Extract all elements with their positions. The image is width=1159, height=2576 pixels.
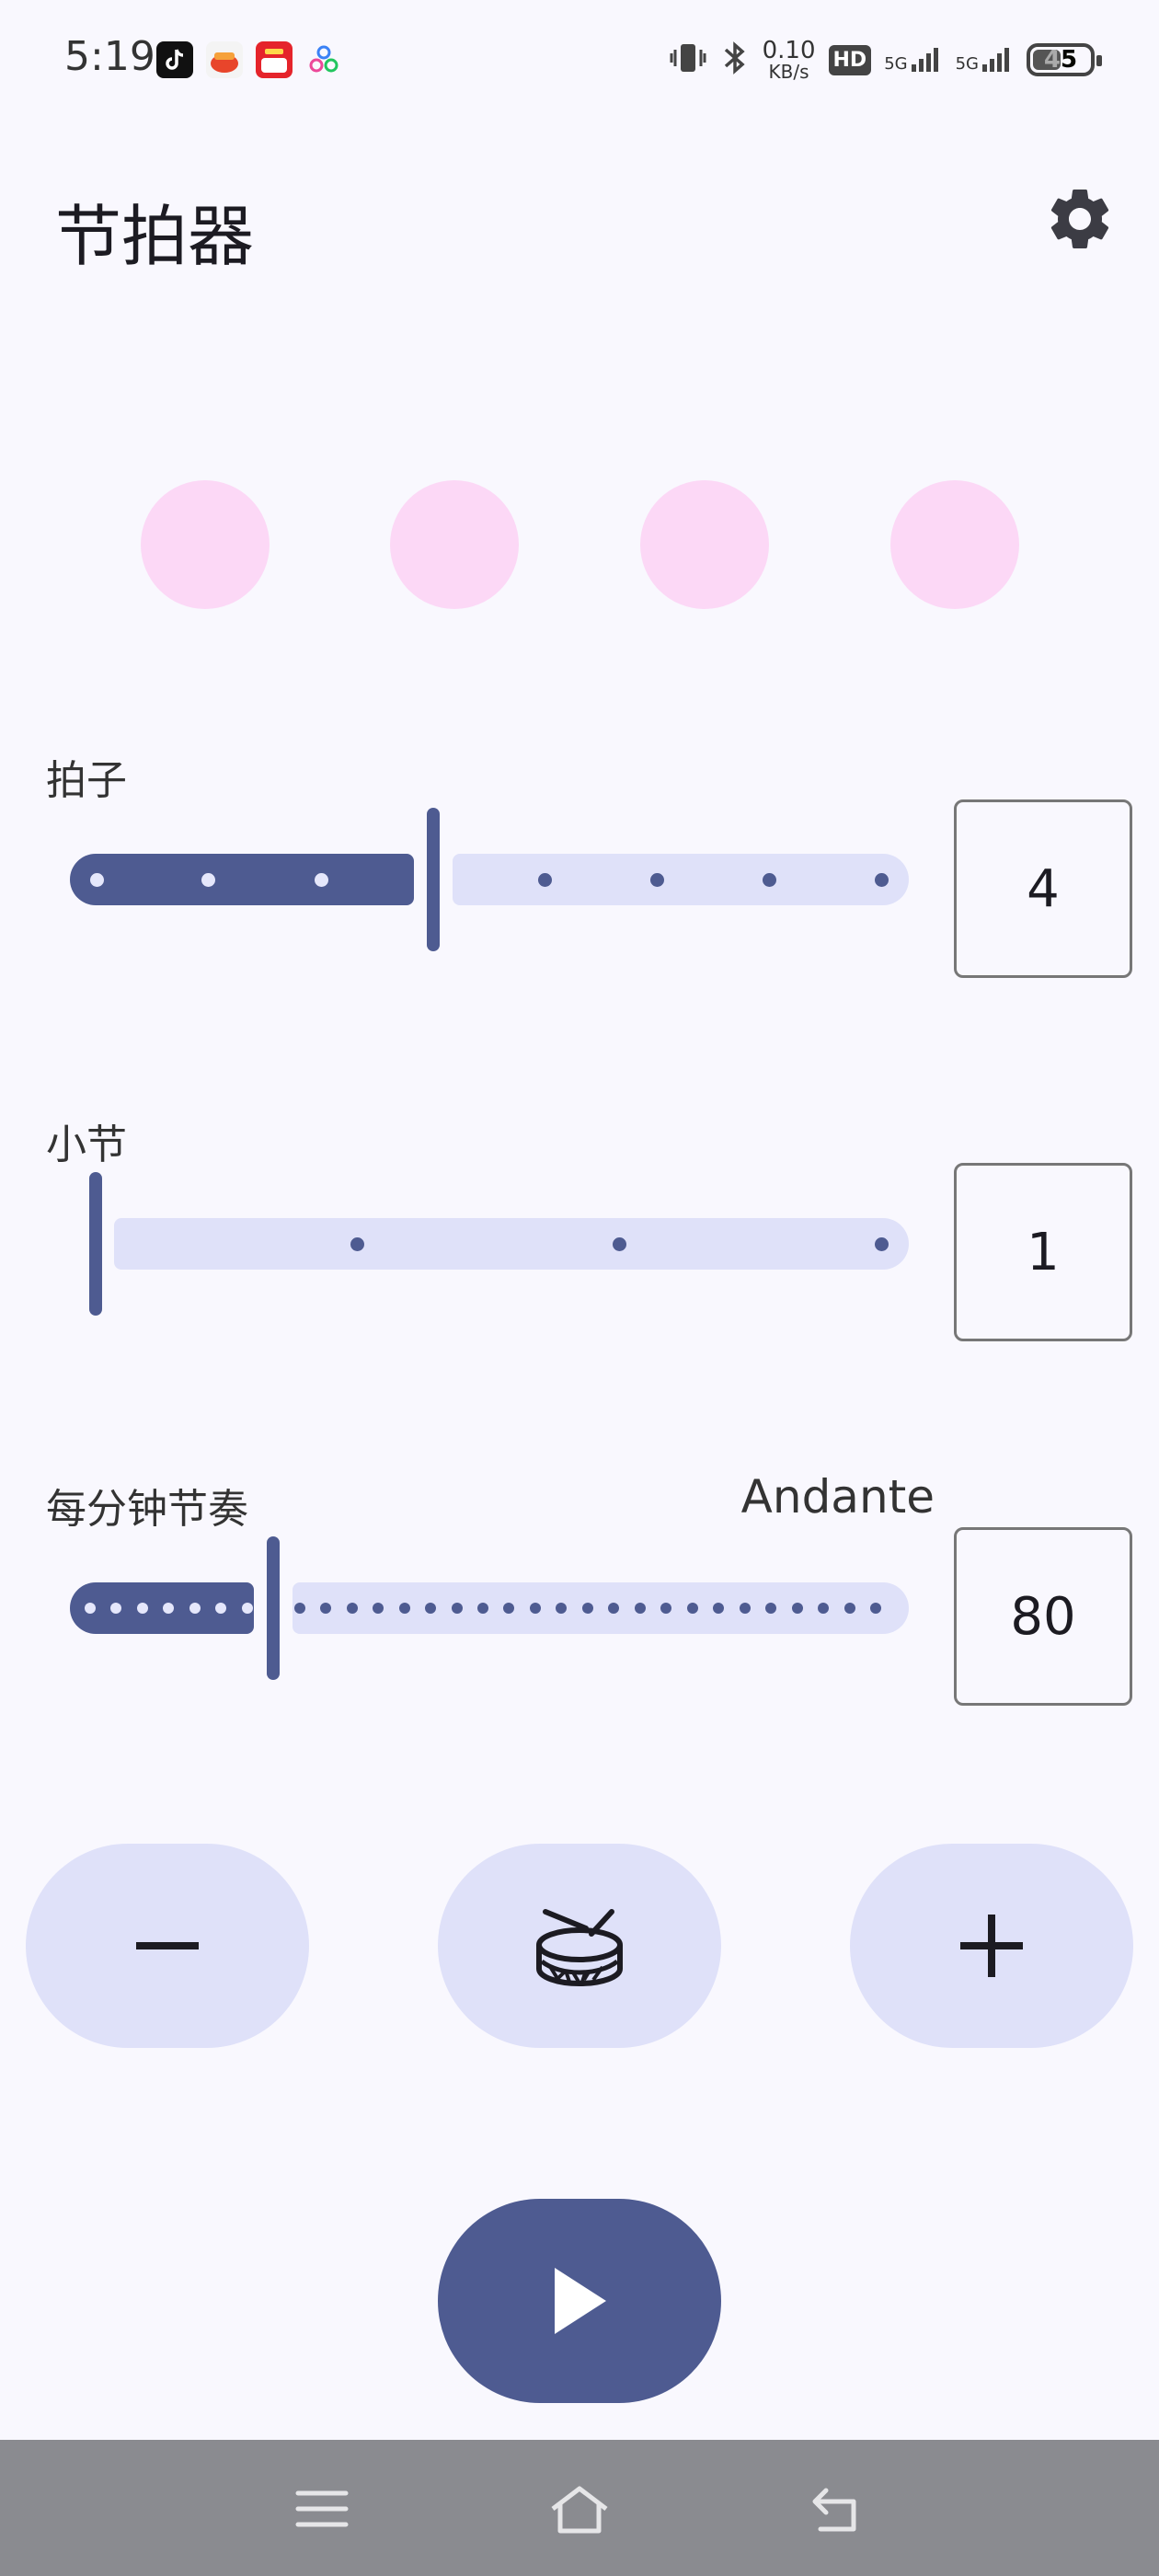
slider-tick (765, 1603, 776, 1614)
bpm-slider[interactable] (70, 1535, 909, 1682)
hd-icon: HD (828, 44, 872, 75)
slider-tick (163, 1603, 174, 1614)
slider-track-active (70, 854, 414, 905)
bpm-label: 每分钟节奏 (46, 1486, 248, 1533)
slider-tick (763, 873, 776, 887)
battery-icon: 45 (1027, 43, 1102, 76)
slider-tick (320, 1603, 331, 1614)
status-time: 5:19 (64, 33, 155, 80)
play-button[interactable] (438, 2199, 721, 2403)
slider-tick (477, 1603, 488, 1614)
beat-indicator (640, 480, 769, 609)
bars-label: 小节 (46, 1121, 127, 1168)
slider-tick (90, 873, 104, 887)
slider-tick (452, 1603, 463, 1614)
beats-label: 拍子 (46, 757, 127, 804)
status-indicators: 0.10 KB/s HD 5G 5G 45 (669, 35, 1102, 85)
slider-track-active (70, 1582, 254, 1634)
bars-value-field[interactable]: 1 (954, 1163, 1132, 1341)
system-nav-bar (0, 2440, 1159, 2576)
slider-tick (740, 1603, 751, 1614)
slider-tick (870, 1603, 881, 1614)
bluetooth-icon (720, 39, 750, 81)
slider-track-inactive (453, 854, 909, 905)
menu-button[interactable] (290, 2477, 354, 2541)
increase-bpm-button[interactable] (850, 1844, 1133, 2048)
slider-tick (373, 1603, 384, 1614)
slider-tick (315, 873, 328, 887)
gear-icon (1050, 189, 1109, 248)
bars-slider[interactable] (70, 1170, 909, 1317)
slider-tick (792, 1603, 803, 1614)
slider-tick (189, 1603, 201, 1614)
network-speed: 0.10 KB/s (762, 37, 816, 83)
slider-tick (660, 1603, 671, 1614)
slider-tick (503, 1603, 514, 1614)
slider-tick (201, 873, 215, 887)
slider-thumb[interactable] (267, 1536, 280, 1680)
signal-sim2: 5G (956, 46, 1014, 74)
slider-tick (687, 1603, 698, 1614)
slider-track-inactive (114, 1218, 909, 1270)
slider-tick (110, 1603, 121, 1614)
slider-tick (399, 1603, 410, 1614)
tap-tempo-button[interactable] (438, 1844, 721, 2048)
slider-tick (818, 1603, 829, 1614)
deal-app-icon (256, 41, 293, 78)
page-title: 节拍器 (55, 198, 255, 275)
vibrate-icon (669, 39, 707, 81)
beats-slider[interactable] (70, 806, 909, 953)
minus-icon (136, 1942, 199, 1949)
beat-indicator (890, 480, 1019, 609)
slider-thumb[interactable] (89, 1172, 102, 1316)
slider-tick (635, 1603, 646, 1614)
beat-indicator (390, 480, 519, 609)
play-icon (555, 2268, 606, 2334)
slider-tick (215, 1603, 226, 1614)
assistant-icon (305, 41, 342, 78)
slider-tick (350, 1237, 364, 1251)
shop-icon (206, 41, 243, 78)
plus-icon (960, 1915, 1023, 1977)
slider-tick (875, 873, 889, 887)
menu-icon (295, 2490, 349, 2527)
home-button[interactable] (547, 2477, 612, 2541)
tiktok-icon (156, 41, 193, 78)
slider-track-inactive (293, 1582, 909, 1634)
slider-tick (556, 1603, 567, 1614)
back-icon (812, 2488, 856, 2532)
slider-thumb[interactable] (427, 808, 440, 951)
notification-icons (156, 40, 342, 79)
slider-tick (530, 1603, 541, 1614)
slider-tick (875, 1237, 889, 1251)
beats-value-field[interactable]: 4 (954, 799, 1132, 978)
beat-indicator (141, 480, 270, 609)
decrease-bpm-button[interactable] (26, 1844, 309, 2048)
slider-tick (294, 1603, 305, 1614)
settings-button[interactable] (1043, 182, 1117, 256)
tempo-name: Andante (740, 1470, 935, 1524)
slider-tick (347, 1603, 358, 1614)
slider-tick (713, 1603, 724, 1614)
slider-tick (650, 873, 664, 887)
slider-tick (137, 1603, 148, 1614)
slider-tick (242, 1603, 253, 1614)
signal-sim1: 5G (884, 46, 942, 74)
slider-tick (425, 1603, 436, 1614)
home-icon (551, 2486, 608, 2534)
slider-tick (613, 1237, 626, 1251)
slider-tick (85, 1603, 96, 1614)
back-button[interactable] (805, 2477, 869, 2541)
bpm-value-field[interactable]: 80 (954, 1527, 1132, 1706)
drum-icon (536, 1909, 623, 1987)
slider-tick (608, 1603, 619, 1614)
slider-tick (582, 1603, 593, 1614)
slider-tick (538, 873, 552, 887)
slider-tick (844, 1603, 855, 1614)
